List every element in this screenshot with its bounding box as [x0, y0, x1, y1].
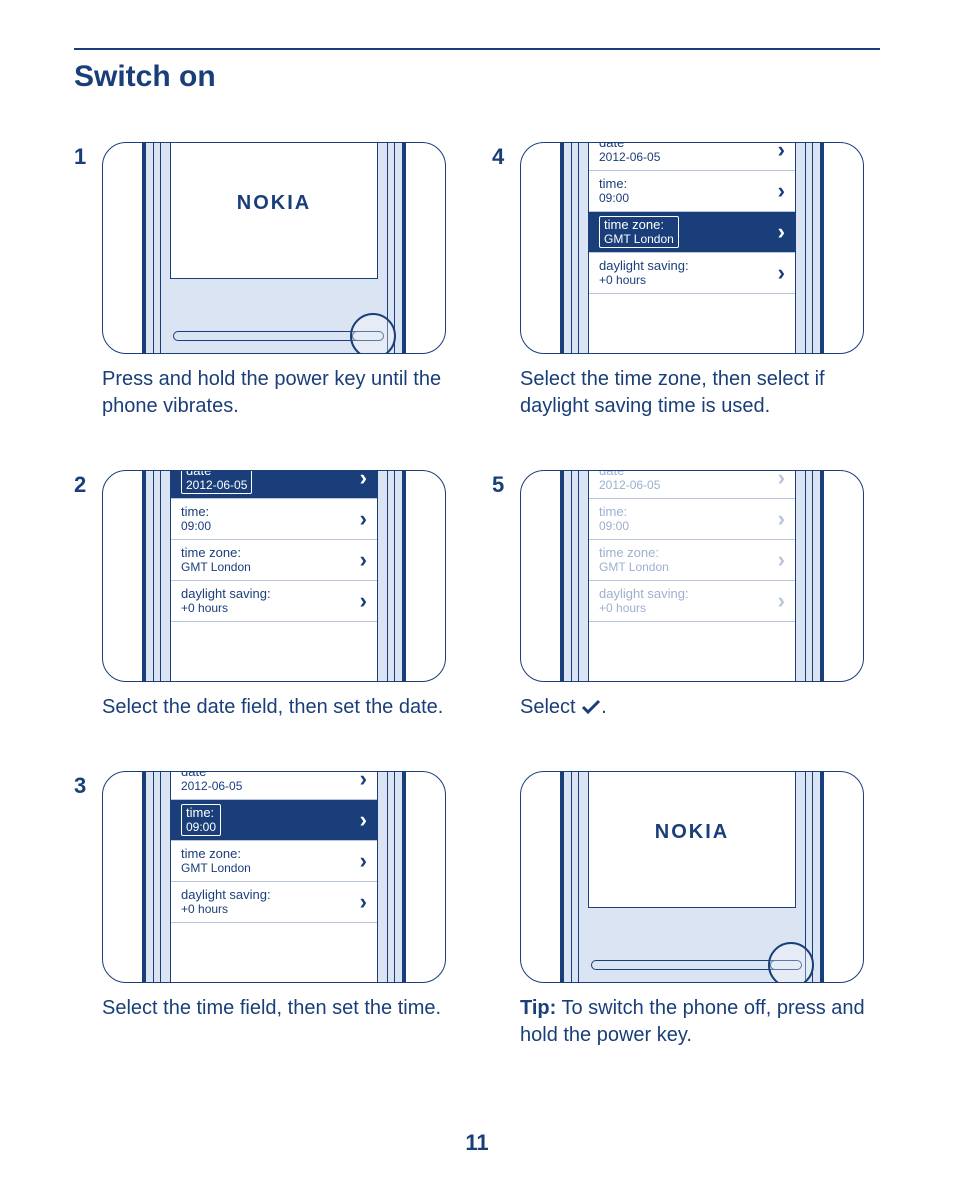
step-number: 2 — [74, 472, 92, 498]
chevron-right-icon: › — [778, 506, 785, 532]
dst-row[interactable]: daylight saving:+0 hours › — [589, 253, 795, 294]
step-number: 1 — [74, 144, 92, 170]
timezone-row[interactable]: time zone:GMT London › — [171, 841, 377, 882]
chevron-right-icon: › — [360, 470, 367, 491]
check-icon — [581, 699, 601, 715]
date-row-selected[interactable]: date2012-06-05 › — [171, 470, 377, 499]
step-number: 4 — [492, 144, 510, 170]
step-caption: Select the date field, then set the date… — [102, 694, 462, 721]
step-5: 5 date & time ✓ — [492, 470, 880, 721]
chevron-right-icon: › — [360, 807, 367, 833]
chevron-right-icon: › — [778, 219, 785, 245]
chevron-right-icon: › — [778, 470, 785, 491]
illustration-time: date & time ✓ date2012-06-05 › time:09:0… — [102, 771, 446, 983]
step-tip: NOKIA Tip: To switch the phone off, pres… — [492, 771, 880, 1049]
timezone-row[interactable]: time zone:GMT London › — [171, 540, 377, 581]
page-title: Switch on — [74, 60, 880, 94]
chevron-right-icon: › — [778, 142, 785, 163]
illustration-power-off: NOKIA — [520, 771, 864, 983]
dst-row[interactable]: daylight saving:+0 hours › — [171, 581, 377, 622]
illustration-power-on: NOKIA — [102, 142, 446, 354]
date-row[interactable]: date2012-06-05 › — [171, 771, 377, 800]
page-number: 11 — [0, 1130, 954, 1156]
time-row-selected[interactable]: time:09:00 › — [171, 800, 377, 841]
power-key-highlight-icon — [768, 942, 814, 983]
step-caption: Tip: To switch the phone off, press and … — [520, 995, 880, 1049]
chevron-right-icon: › — [360, 588, 367, 614]
timezone-row-selected[interactable]: time zone:GMT London › — [589, 212, 795, 253]
dst-row[interactable]: daylight saving:+0 hours › — [171, 882, 377, 923]
time-row[interactable]: time:09:00 › — [589, 171, 795, 212]
chevron-right-icon: › — [360, 848, 367, 874]
chevron-right-icon: › — [778, 178, 785, 204]
nokia-logo: NOKIA — [171, 192, 377, 215]
chevron-right-icon: › — [778, 547, 785, 573]
step-caption: Select the time zone, then select if day… — [520, 366, 880, 420]
step-number: 5 — [492, 472, 510, 498]
illustration-confirm: date & time ✓ date2012-06-05 › time:09:0… — [520, 470, 864, 682]
timezone-row[interactable]: time zone:GMT London › — [589, 540, 795, 581]
step-3: 3 date & time ✓ — [74, 771, 462, 1049]
step-caption: Select the time field, then set the time… — [102, 995, 462, 1022]
time-row[interactable]: time:09:00 › — [171, 499, 377, 540]
chevron-right-icon: › — [778, 260, 785, 286]
tip-label: Tip: — [520, 997, 556, 1019]
time-row[interactable]: time:09:00 › — [589, 499, 795, 540]
step-1: 1 NOKIA Press and hold the power key unt… — [74, 142, 462, 420]
chevron-right-icon: › — [360, 547, 367, 573]
dst-row[interactable]: daylight saving:+0 hours › — [589, 581, 795, 622]
power-key-highlight-icon — [350, 313, 396, 354]
illustration-date: date & time ✓ date2012-06-05 › time:09:0… — [102, 470, 446, 682]
illustration-timezone: date & time ✓ date2012-06-05 › time:09:0… — [520, 142, 864, 354]
step-2: 2 date & time ✓ — [74, 470, 462, 721]
chevron-right-icon: › — [778, 588, 785, 614]
chevron-right-icon: › — [360, 771, 367, 792]
step-4: 4 date & time ✓ — [492, 142, 880, 420]
date-row[interactable]: date2012-06-05 › — [589, 142, 795, 171]
chevron-right-icon: › — [360, 889, 367, 915]
chevron-right-icon: › — [360, 506, 367, 532]
date-row[interactable]: date2012-06-05 › — [589, 470, 795, 499]
step-number: 3 — [74, 773, 92, 799]
step-caption: Press and hold the power key until the p… — [102, 366, 462, 420]
step-caption: Select . — [520, 694, 880, 721]
nokia-logo: NOKIA — [589, 821, 795, 844]
